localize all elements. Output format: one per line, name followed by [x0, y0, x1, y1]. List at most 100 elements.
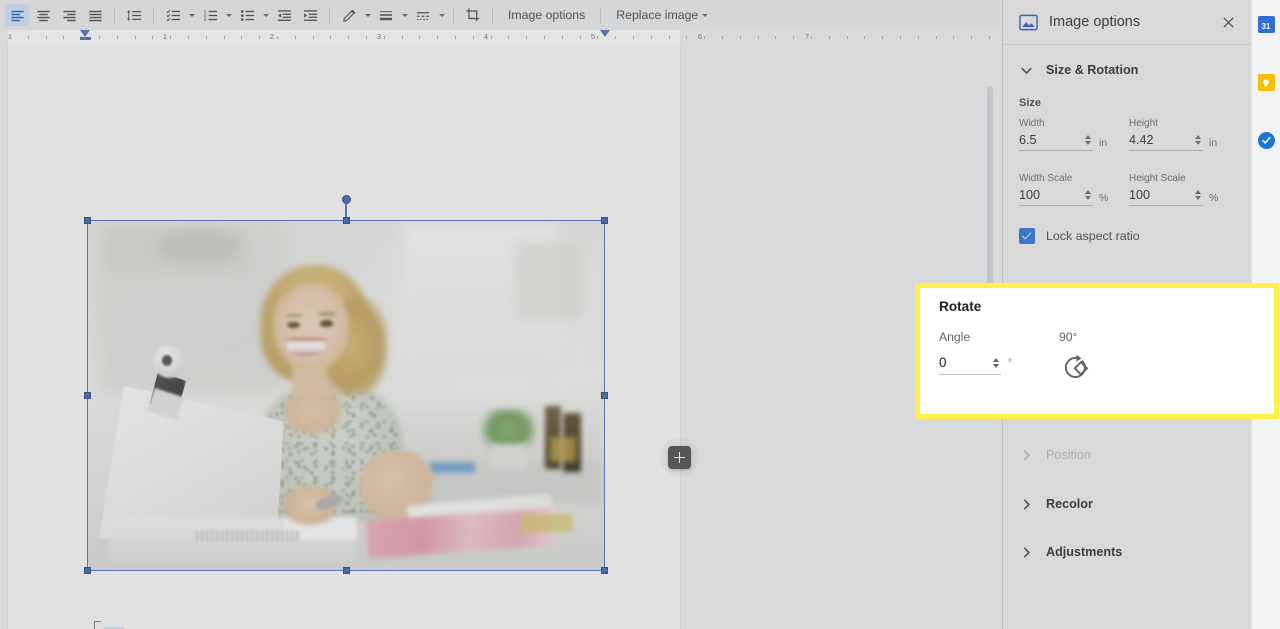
image-options-button[interactable]: Image options [499, 5, 594, 25]
document-page[interactable] [8, 44, 680, 629]
lock-aspect-ratio-row[interactable]: Lock aspect ratio [1003, 228, 1251, 244]
svg-text:3: 3 [203, 16, 206, 21]
pencil-icon [342, 9, 355, 22]
height-scale-label: Height Scale [1129, 173, 1186, 184]
lock-aspect-ratio-checkbox[interactable] [1019, 228, 1035, 244]
document-canvas[interactable] [0, 44, 1002, 629]
border-weight-dropdown-caret[interactable] [399, 4, 410, 26]
width-scale-input[interactable]: 100 [1019, 188, 1093, 206]
width-scale-stepper[interactable] [1085, 190, 1091, 200]
section-adjustments[interactable]: Adjustments [1003, 531, 1251, 573]
border-dash-button[interactable] [411, 4, 435, 26]
right-indent-marker[interactable] [600, 30, 610, 37]
height-value: 4.42 [1129, 133, 1154, 147]
calendar-glyph: 31 [1257, 16, 1275, 33]
google-docs-window: 1 2 3 Image options Replace image 1 2 3 … [0, 0, 1280, 629]
height-scale-field-group: Height Scale 100 % [1129, 173, 1224, 206]
tasks-glyph [1257, 132, 1275, 149]
height-stepper[interactable] [1195, 135, 1201, 145]
border-color-button[interactable] [337, 4, 361, 26]
border-color-dropdown-caret[interactable] [362, 4, 373, 26]
selected-image-container[interactable] [84, 195, 608, 574]
left-indent-marker[interactable] [80, 30, 90, 37]
width-scale-unit: % [1099, 192, 1109, 204]
image-icon [1019, 14, 1038, 30]
width-scale-field-group: Width Scale 100 % [1019, 173, 1114, 206]
ruler-number: 7 [804, 32, 810, 41]
align-justify-button[interactable] [83, 4, 107, 26]
chevron-down-icon [1021, 67, 1032, 74]
rotation-handle[interactable] [341, 195, 351, 204]
section-label: Recolor [1046, 497, 1093, 511]
border-weight-button[interactable] [374, 4, 398, 26]
rotate-90-button[interactable] [1059, 350, 1093, 384]
panel-header: Image options [1003, 0, 1251, 45]
checklist-button[interactable] [161, 4, 185, 26]
border-dash-dropdown-caret[interactable] [436, 4, 447, 26]
resize-handle-nw[interactable] [84, 217, 91, 224]
height-scale-unit: % [1209, 192, 1219, 204]
align-left-button[interactable] [5, 4, 29, 26]
add-comment-button[interactable] [668, 446, 691, 469]
toolbar-divider [329, 6, 330, 24]
align-justify-icon [88, 10, 102, 21]
resize-handle-sw[interactable] [84, 567, 91, 574]
height-label: Height [1129, 118, 1158, 129]
keep-glyph [1257, 74, 1275, 91]
google-keep-icon[interactable] [1256, 72, 1277, 93]
height-scale-input[interactable]: 100 [1129, 188, 1203, 206]
resize-handle-ne[interactable] [601, 217, 608, 224]
section-recolor[interactable]: Recolor [1003, 483, 1251, 525]
panel-title: Image options [1049, 14, 1141, 30]
lock-aspect-ratio-label: Lock aspect ratio [1046, 229, 1140, 243]
ruler-number: 4 [483, 32, 489, 41]
width-input[interactable]: 6.5 [1019, 133, 1093, 151]
width-stepper[interactable] [1085, 135, 1091, 145]
toolbar-divider [600, 6, 602, 24]
section-label: Adjustments [1046, 545, 1123, 559]
border-weight-icon [379, 10, 393, 20]
bulleted-list-button[interactable] [235, 4, 259, 26]
ruler-number: 2 [269, 32, 275, 41]
angle-stepper[interactable] [993, 357, 999, 368]
google-tasks-icon[interactable] [1256, 130, 1277, 151]
increase-indent-button[interactable] [298, 4, 322, 26]
image-selection-border [87, 220, 605, 571]
angle-input[interactable]: 0 [939, 355, 1001, 375]
resize-handle-e[interactable] [601, 392, 608, 399]
align-center-button[interactable] [31, 4, 55, 26]
close-panel-button[interactable] [1215, 9, 1241, 35]
rotate-section-highlighted: Rotate Angle 0 ° 90° [915, 283, 1279, 419]
google-calendar-icon[interactable]: 31 [1256, 14, 1277, 35]
replace-image-button[interactable]: Replace image [607, 5, 717, 25]
resize-handle-se[interactable] [601, 567, 608, 574]
decrease-indent-button[interactable] [272, 4, 296, 26]
numbered-list-button[interactable]: 1 2 3 [198, 4, 222, 26]
section-position[interactable]: Position [1003, 434, 1251, 476]
size-fields-row: Width 6.5 in Height 4.42 in [1003, 118, 1251, 151]
resize-handle-n[interactable] [342, 217, 350, 224]
close-icon [1222, 16, 1234, 28]
rotate-heading: Rotate [939, 299, 982, 314]
ruler[interactable]: 1 1 2 3 4 5 6 7 [0, 30, 1002, 45]
height-scale-stepper[interactable] [1195, 190, 1201, 200]
checklist-dropdown-caret[interactable] [186, 4, 197, 26]
left-indent-bar[interactable] [80, 37, 91, 40]
ruler-number: 3 [376, 32, 382, 41]
decrease-indent-icon [277, 9, 291, 21]
bulleted-list-dropdown-caret[interactable] [260, 4, 271, 26]
crop-button[interactable] [461, 4, 485, 26]
resize-handle-s[interactable] [342, 567, 350, 574]
image-wrap-toolbar[interactable] [103, 625, 225, 629]
resize-handle-w[interactable] [84, 392, 91, 399]
chevron-right-icon [1023, 449, 1031, 461]
numbered-list-dropdown-caret[interactable] [223, 4, 234, 26]
chevron-right-icon [1023, 498, 1031, 510]
section-size-and-rotation[interactable]: Size & Rotation [1003, 49, 1251, 91]
line-spacing-button[interactable] [122, 4, 146, 26]
rotate-90-label: 90° [1059, 330, 1078, 344]
align-right-button[interactable] [57, 4, 81, 26]
angle-value: 0 [939, 355, 947, 370]
height-input[interactable]: 4.42 [1129, 133, 1203, 151]
align-center-icon [36, 10, 50, 21]
